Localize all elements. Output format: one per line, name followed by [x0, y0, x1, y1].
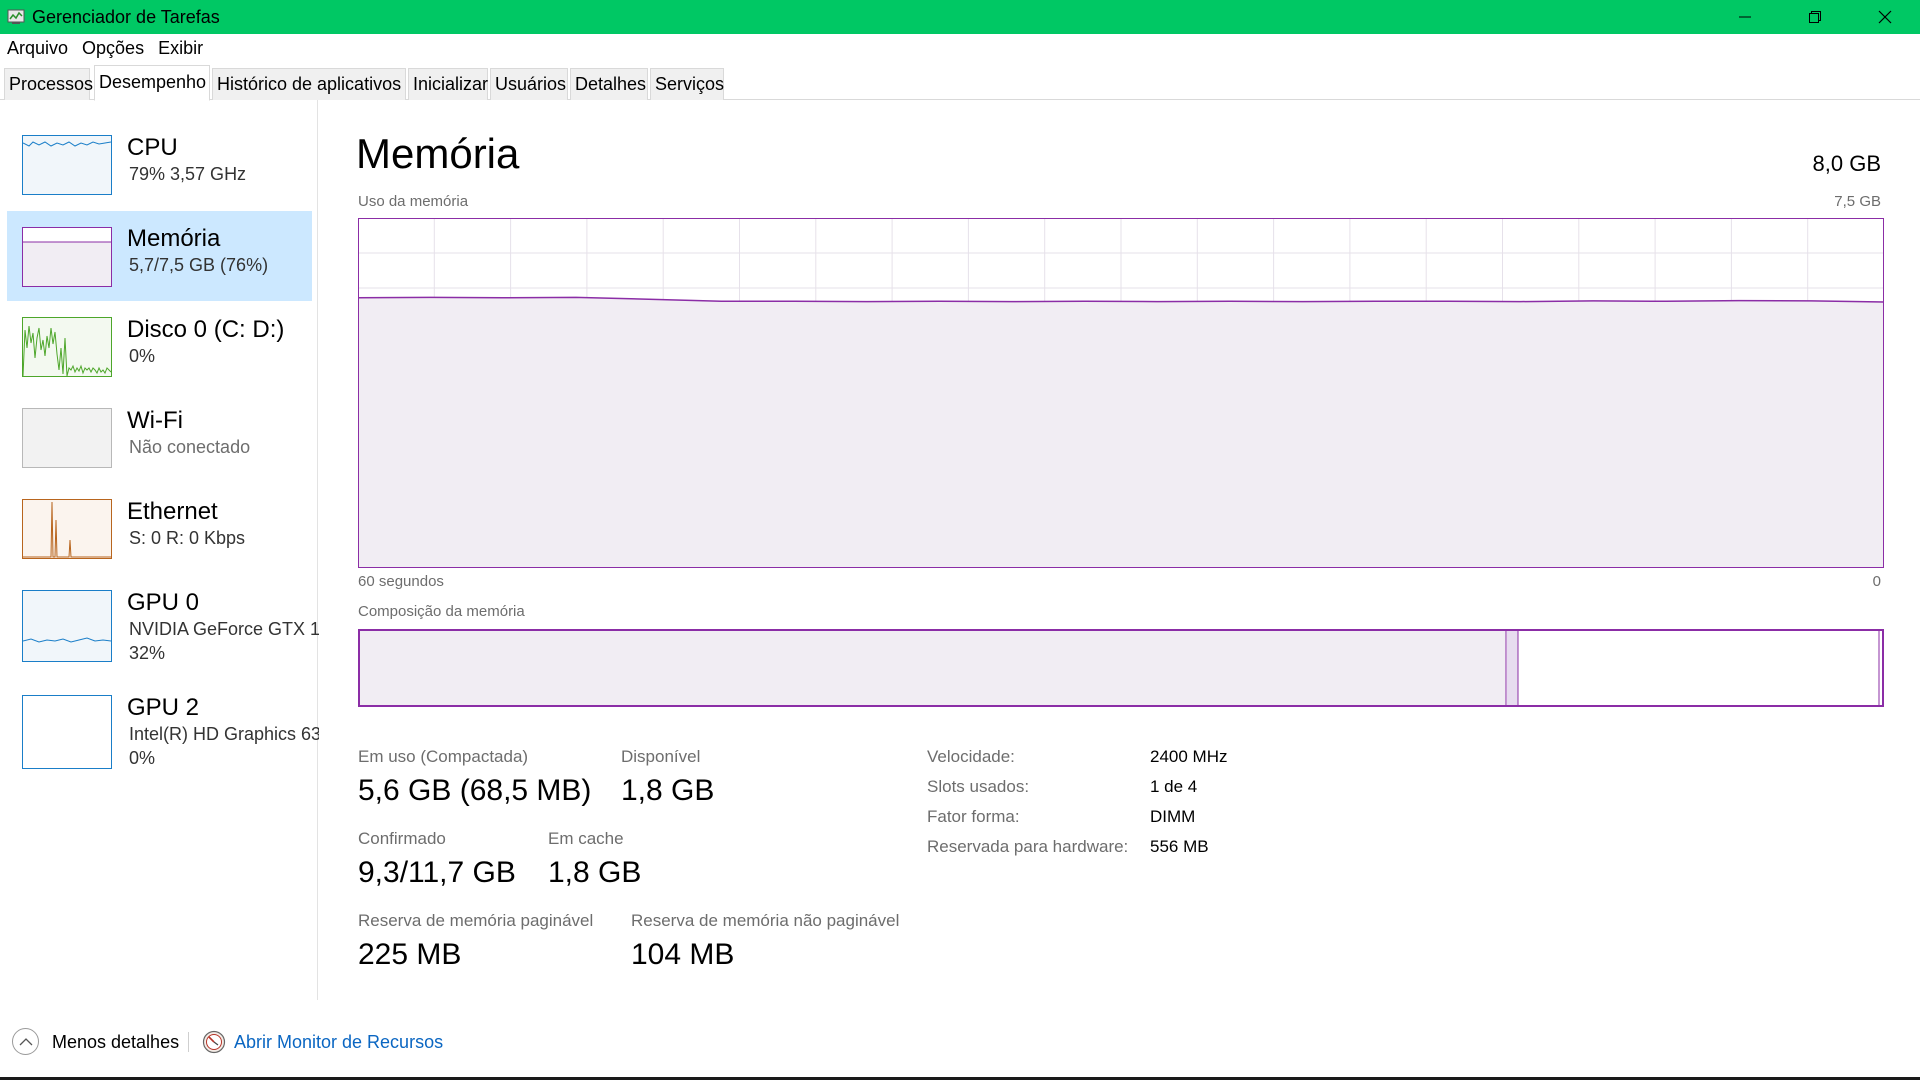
minimize-icon: [1739, 16, 1751, 18]
less-details-label[interactable]: Menos detalhes: [52, 1032, 179, 1053]
spec-label: Slots usados:: [927, 777, 1030, 796]
footer: Menos detalhes Abrir Monitor de Recursos: [0, 1010, 1920, 1080]
restore-button[interactable]: [1780, 0, 1850, 34]
sidebar-item-sub: Não conectado: [129, 437, 251, 457]
tab-usuarios[interactable]: Usuários: [490, 68, 568, 100]
sidebar-item-cpu[interactable]: CPU 79% 3,57 GHz: [7, 130, 312, 220]
sidebar-item-sub: 0%: [129, 346, 156, 366]
composition-modified[interactable]: [1507, 631, 1518, 705]
sidebar-item-sub: 79% 3,57 GHz: [129, 164, 247, 184]
in-use-label: Em uso (Compactada): [358, 747, 529, 766]
spec-label: Reservada para hardware:: [927, 837, 1129, 856]
menu-opcoes[interactable]: Opções: [75, 38, 151, 59]
memory-panel: Memória 8,0 GB Uso da memória 7,5 GB 60 …: [318, 100, 1920, 1000]
sidebar-item-sub2: 0%: [129, 748, 156, 768]
tab-processos[interactable]: Processos: [4, 68, 93, 100]
restore-icon: [1809, 11, 1821, 23]
usage-graph-max: 7,5 GB: [1834, 193, 1881, 210]
cached-label: Em cache: [548, 829, 624, 848]
footer-divider: [188, 1032, 189, 1052]
usage-graph-label: Uso da memória: [358, 193, 469, 210]
nonpaged-pool-label: Reserva de memória não paginável: [631, 911, 900, 930]
gpu0-thumbnail: [22, 590, 112, 662]
page-title: Memória: [356, 130, 520, 177]
sidebar-item-name: Ethernet: [127, 498, 218, 525]
title-bar: Gerenciador de Tarefas: [0, 0, 1920, 34]
sidebar-item-ethernet[interactable]: Ethernet S: 0 R: 0 Kbps: [7, 494, 312, 584]
sidebar-item-name: CPU: [127, 134, 178, 161]
sidebar-item-gpu2[interactable]: GPU 2 Intel(R) HD Graphics 630 0%: [7, 690, 319, 790]
cached-value: 1,8 GB: [548, 856, 642, 889]
chevron-up-icon: [19, 1037, 32, 1045]
committed-label: Confirmado: [358, 829, 446, 848]
tab-desempenho[interactable]: Desempenho: [94, 65, 210, 101]
gpu2-thumbnail: [22, 695, 112, 769]
usage-area: [358, 297, 1884, 568]
spec-value: 1 de 4: [1150, 777, 1198, 796]
sidebar-item-name: Disco 0 (C: D:): [127, 316, 285, 343]
performance-sidebar: CPU 79% 3,57 GHz Memória 5,7/7,5 GB (76%…: [0, 100, 319, 1000]
committed-value: 9,3/11,7 GB: [358, 856, 516, 889]
tab-bar: Processos Desempenho Histórico de aplica…: [0, 63, 1920, 101]
composition-standby[interactable]: [1519, 631, 1879, 705]
available-value: 1,8 GB: [621, 774, 715, 807]
sidebar-item-sub: 5,7/7,5 GB (76%): [129, 255, 269, 275]
cpu-thumbnail: [22, 135, 112, 195]
nonpaged-pool-value: 104 MB: [631, 938, 735, 971]
ethernet-thumbnail: [22, 499, 112, 559]
menu-arquivo[interactable]: Arquivo: [0, 38, 75, 59]
spec-label: Fator forma:: [927, 807, 1020, 826]
wifi-thumbnail: [22, 408, 112, 468]
minimize-button[interactable]: [1710, 0, 1780, 34]
sidebar-item-memoria[interactable]: Memória 5,7/7,5 GB (76%): [7, 211, 312, 301]
task-manager-icon: [7, 9, 25, 24]
tab-detalhes[interactable]: Detalhes: [570, 68, 648, 100]
memory-usage-graph: [358, 218, 1884, 568]
sidebar-item-wifi[interactable]: Wi-Fi Não conectado: [7, 403, 312, 493]
resource-monitor-icon[interactable]: [202, 1030, 226, 1054]
paged-pool-label: Reserva de memória paginável: [358, 911, 594, 930]
sidebar-item-sub2: 32%: [129, 643, 166, 663]
sidebar-item-name: GPU 0: [127, 589, 200, 616]
memory-thumbnail: [22, 227, 112, 287]
paged-pool-value: 225 MB: [358, 938, 462, 971]
sidebar-item-sub: NVIDIA GeForce GTX 10: [129, 619, 319, 639]
spec-value: DIMM: [1150, 807, 1196, 826]
tab-servicos[interactable]: Serviços: [650, 68, 724, 100]
total-memory: 8,0 GB: [1812, 151, 1881, 176]
sidebar-item-sub: Intel(R) HD Graphics 630: [129, 724, 319, 744]
sidebar-item-disco[interactable]: Disco 0 (C: D:) 0%: [7, 312, 312, 402]
memory-composition-bar: [358, 629, 1884, 707]
close-button[interactable]: [1850, 0, 1920, 34]
time-axis-end: 0: [1872, 573, 1881, 590]
menu-exibir[interactable]: Exibir: [151, 38, 210, 59]
in-use-value: 5,6 GB (68,5 MB): [358, 774, 592, 807]
spec-label: Velocidade:: [927, 747, 1015, 766]
sidebar-item-gpu0[interactable]: GPU 0 NVIDIA GeForce GTX 10 32%: [7, 585, 319, 685]
composition-in-use[interactable]: [360, 631, 1506, 705]
menu-bar: Arquivo Opções Exibir: [0, 34, 1920, 63]
disk-thumbnail: [22, 317, 112, 377]
spec-value: 556 MB: [1150, 837, 1209, 856]
tab-historico[interactable]: Histórico de aplicativos: [212, 68, 406, 100]
spec-value: 2400 MHz: [1150, 747, 1228, 766]
tab-inicializar[interactable]: Inicializar: [408, 68, 488, 100]
sidebar-item-name: Memória: [127, 225, 221, 252]
available-label: Disponível: [621, 747, 701, 766]
sidebar-item-name: GPU 2: [127, 694, 200, 721]
close-icon: [1878, 10, 1892, 24]
time-axis-start: 60 segundos: [358, 573, 444, 590]
sidebar-item-sub: S: 0 R: 0 Kbps: [129, 528, 246, 548]
sidebar-item-name: Wi-Fi: [127, 407, 183, 434]
composition-label: Composição da memória: [358, 603, 525, 620]
window-title: Gerenciador de Tarefas: [32, 6, 220, 27]
less-details-button[interactable]: [12, 1028, 39, 1055]
open-resource-monitor-link[interactable]: Abrir Monitor de Recursos: [234, 1032, 443, 1053]
